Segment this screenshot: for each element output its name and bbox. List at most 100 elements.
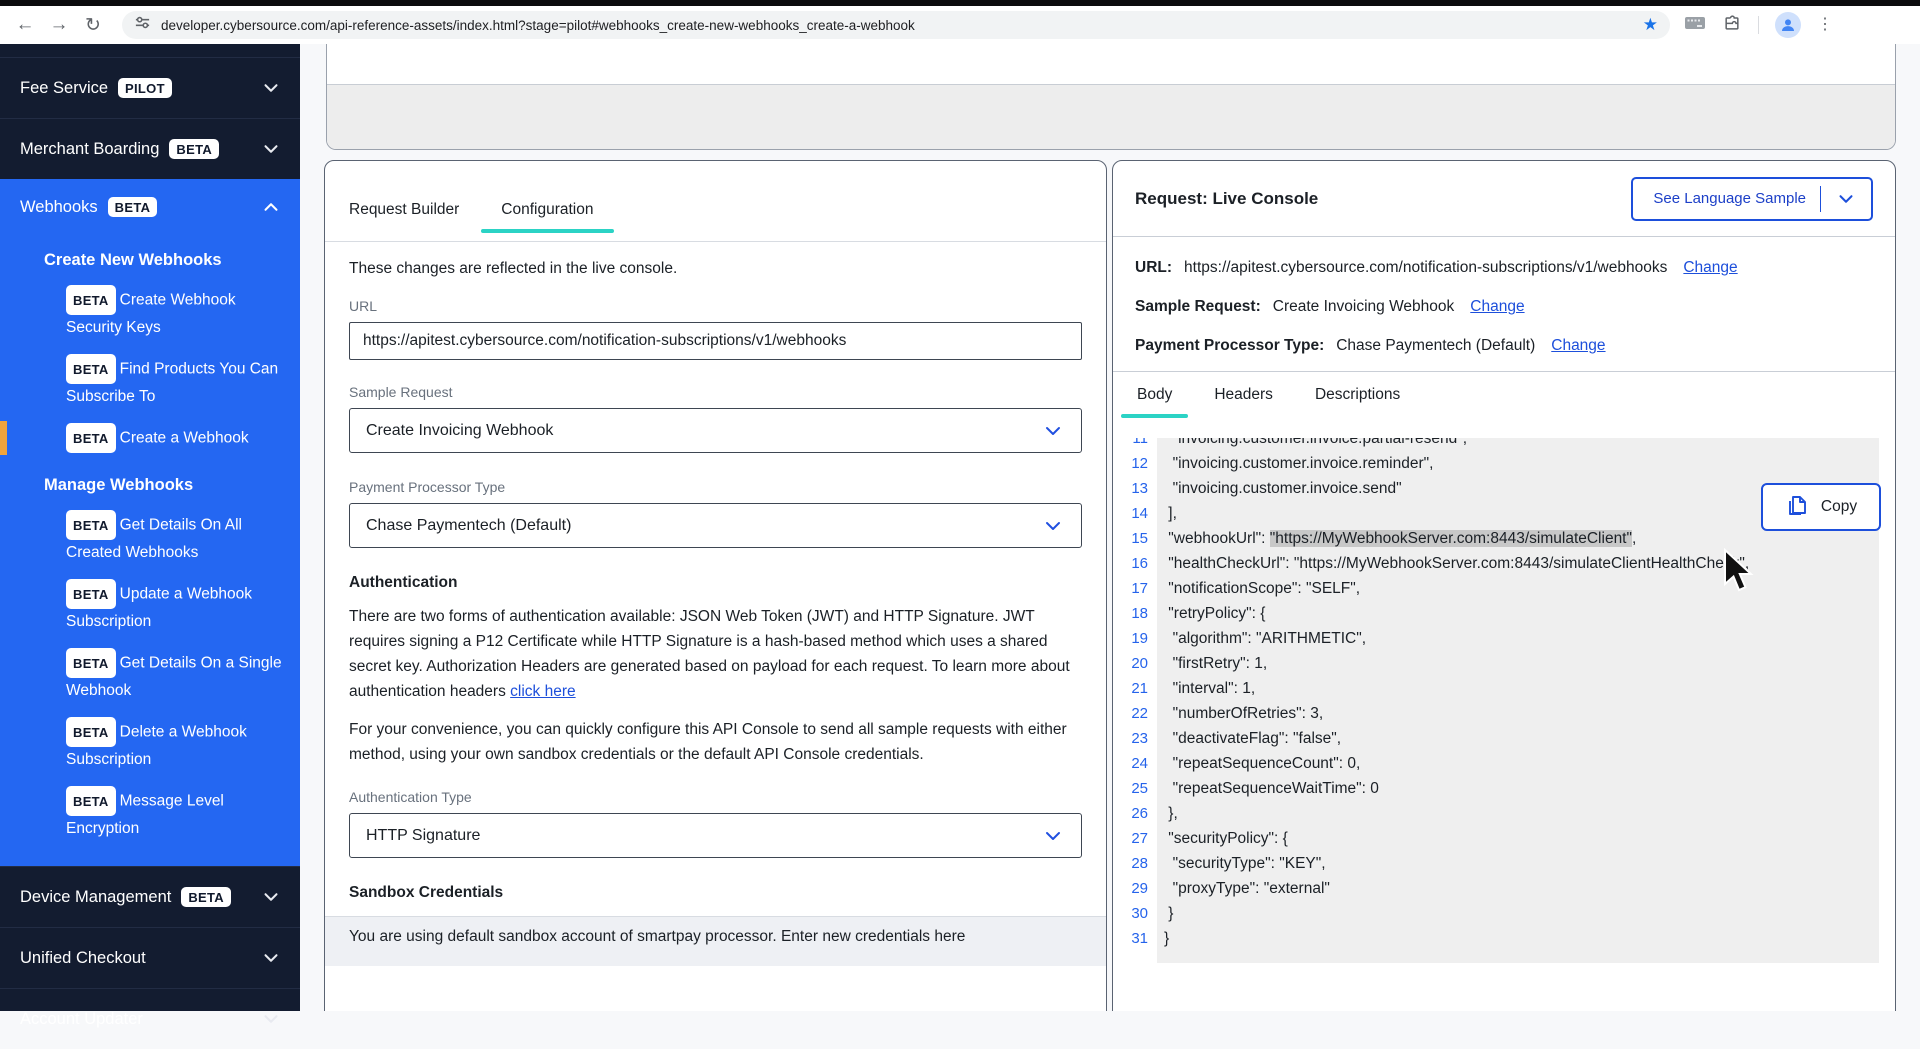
badge: BETA — [169, 139, 219, 159]
line-number: 13 — [1121, 476, 1157, 501]
see-language-sample-button[interactable]: See Language Sample — [1631, 177, 1873, 221]
sidebar-item-find-products-you-can-subscribe-to[interactable]: BETAFind Products You Can Subscribe To — [0, 347, 300, 416]
url-field-label: URL — [349, 298, 1082, 314]
copy-icon — [1785, 491, 1811, 524]
sidebar-item-label: Unified Checkout — [20, 949, 146, 968]
sidebar-item-update-a-webhook-subscription[interactable]: BETAUpdate a Webhook Subscription — [0, 572, 300, 641]
sidebar-item-fee-service[interactable]: Fee ServicePILOT — [0, 57, 300, 118]
line-number: 11 — [1121, 438, 1157, 451]
sidebar-item-create-webhook-security-keys[interactable]: BETACreate Webhook Security Keys — [0, 278, 300, 347]
beta-badge: BETA — [66, 423, 116, 453]
meta-row-sample-request: Sample Request:Create Invoicing WebhookC… — [1135, 298, 1873, 316]
line-number: 31 — [1121, 926, 1157, 951]
beta-badge: BETA — [66, 717, 116, 747]
sidebar-item-unified-checkout[interactable]: Unified Checkout — [0, 927, 300, 988]
line-number: 24 — [1121, 751, 1157, 776]
extensions-icon[interactable] — [1722, 13, 1742, 38]
url-input-value: https://apitest.cybersource.com/notifica… — [363, 332, 846, 350]
console-title: Request: Live Console — [1135, 189, 1318, 209]
meta-row-url: URL:https://apitest.cybersource.com/noti… — [1135, 259, 1873, 277]
code-line-25: 25 "repeatSequenceWaitTime": 0 — [1121, 776, 1879, 801]
tab-request-builder[interactable]: Request Builder — [349, 201, 459, 233]
line-number: 15 — [1121, 526, 1157, 551]
code-line-30: 30 } — [1121, 901, 1879, 926]
sidebar-item-get-details-on-a-single-webhook[interactable]: BETAGet Details On a Single Webhook — [0, 641, 300, 710]
chevron-down-icon — [260, 77, 282, 99]
line-number: 28 — [1121, 851, 1157, 876]
code-line-11: 11 "invoicing.customer.invoice.partial-r… — [1121, 438, 1879, 451]
meta-row-payment-processor-type: Payment Processor Type: Chase Paymentech … — [1135, 337, 1873, 355]
live-console-panel: Request: Live Console See Language Sampl… — [1112, 160, 1896, 1011]
meta-value: Chase Paymentech (Default) — [1336, 337, 1535, 355]
processor-label: Payment Processor Type — [349, 479, 1082, 495]
keyboard-icon[interactable] — [1684, 15, 1706, 36]
forward-icon[interactable]: → — [42, 14, 76, 36]
code-line-18: 18 "retryPolicy": { — [1121, 601, 1879, 626]
sidebar-item-merchant-boarding[interactable]: Merchant BoardingBETA — [0, 118, 300, 179]
click-here-link[interactable]: click here — [510, 683, 575, 700]
code-line-16: 16 "healthCheckUrl": "https://MyWebhookS… — [1121, 551, 1879, 576]
chevron-down-icon — [260, 886, 282, 908]
profile-avatar[interactable] — [1775, 12, 1801, 38]
webhooks-section: Webhooks BETA Create New WebhooksBETACre… — [0, 179, 300, 866]
sidebar-item-device-management[interactable]: Device ManagementBETA — [0, 866, 300, 927]
copy-button[interactable]: Copy — [1761, 483, 1881, 531]
tab-descriptions[interactable]: Descriptions — [1315, 386, 1400, 418]
sample-request-label: Sample Request — [349, 384, 1082, 400]
beta-badge: BETA — [66, 354, 116, 384]
beta-badge: BETA — [66, 786, 116, 816]
url-text: developer.cybersource.com/api-reference-… — [161, 18, 1635, 33]
sidebar-item-account-updater[interactable]: Account Updater — [0, 988, 300, 1049]
bookmark-star-icon[interactable]: ★ — [1643, 15, 1658, 35]
line-number: 12 — [1121, 451, 1157, 476]
tab-body[interactable]: Body — [1137, 386, 1172, 418]
previous-section-card — [326, 44, 1896, 150]
payment-processor-select[interactable]: Chase Paymentech (Default) — [349, 503, 1082, 548]
payment-processor-value: Chase Paymentech (Default) — [366, 517, 571, 535]
line-number: 23 — [1121, 726, 1157, 751]
sidebar-item-label: Create a Webhook — [120, 430, 249, 447]
line-number: 30 — [1121, 901, 1157, 926]
url-bar[interactable]: developer.cybersource.com/api-reference-… — [122, 11, 1670, 39]
chevron-down-icon — [260, 947, 282, 969]
sidebar-item-message-level-encryption[interactable]: BETAMessage Level Encryption — [0, 779, 300, 848]
sidebar-item-webhooks[interactable]: Webhooks BETA — [0, 179, 300, 235]
code-line-12: 12 "invoicing.customer.invoice.reminder"… — [1121, 451, 1879, 476]
sandbox-credentials-note: You are using default sandbox account of… — [325, 916, 1106, 966]
authentication-paragraph-2: For your convenience, you can quickly co… — [349, 717, 1082, 767]
sample-request-value: Create Invoicing Webhook — [366, 422, 553, 440]
code-line-27: 27 "securityPolicy": { — [1121, 826, 1879, 851]
back-icon[interactable]: ← — [8, 14, 42, 36]
beta-badge: BETA — [66, 579, 116, 609]
code-line-31: 31} — [1121, 926, 1879, 951]
page-content: Request BuilderConfiguration These chang… — [300, 44, 1920, 1011]
tab-configuration[interactable]: Configuration — [501, 201, 593, 233]
change-link[interactable]: Change — [1683, 259, 1737, 277]
code-line-23: 23 "deactivateFlag": "false", — [1121, 726, 1879, 751]
line-number: 16 — [1121, 551, 1157, 576]
authentication-type-select[interactable]: HTTP Signature — [349, 813, 1082, 858]
sample-request-select[interactable]: Create Invoicing Webhook — [349, 408, 1082, 453]
line-number: 18 — [1121, 601, 1157, 626]
tab-headers[interactable]: Headers — [1214, 386, 1273, 418]
url-input[interactable]: https://apitest.cybersource.com/notifica… — [349, 322, 1082, 360]
site-info-icon[interactable] — [134, 14, 151, 36]
sidebar-item-get-details-on-all-created-webhooks[interactable]: BETAGet Details On All Created Webhooks — [0, 503, 300, 572]
meta-label: URL: — [1135, 259, 1172, 277]
meta-label: Payment Processor Type: — [1135, 337, 1324, 355]
sidebar-item-label: Fee Service — [20, 79, 108, 98]
change-link[interactable]: Change — [1470, 298, 1524, 316]
menu-kebab-icon[interactable]: ⋮ — [1817, 22, 1833, 28]
beta-badge: BETA — [66, 510, 116, 540]
badge: BETA — [181, 887, 231, 907]
group-header-create-new-webhooks: Create New Webhooks — [0, 235, 300, 278]
sidebar-item-create-a-webhook[interactable]: BETACreate a Webhook — [0, 416, 300, 460]
chevron-down-icon — [260, 138, 282, 160]
change-link[interactable]: Change — [1551, 337, 1605, 355]
line-number: 26 — [1121, 801, 1157, 826]
reload-icon[interactable]: ↻ — [76, 14, 110, 37]
sidebar-item-delete-a-webhook-subscription[interactable]: BETADelete a Webhook Subscription — [0, 710, 300, 779]
line-number: 19 — [1121, 626, 1157, 651]
chrome-divider — [1758, 16, 1759, 34]
code-line-17: 17 "notificationScope": "SELF", — [1121, 576, 1879, 601]
